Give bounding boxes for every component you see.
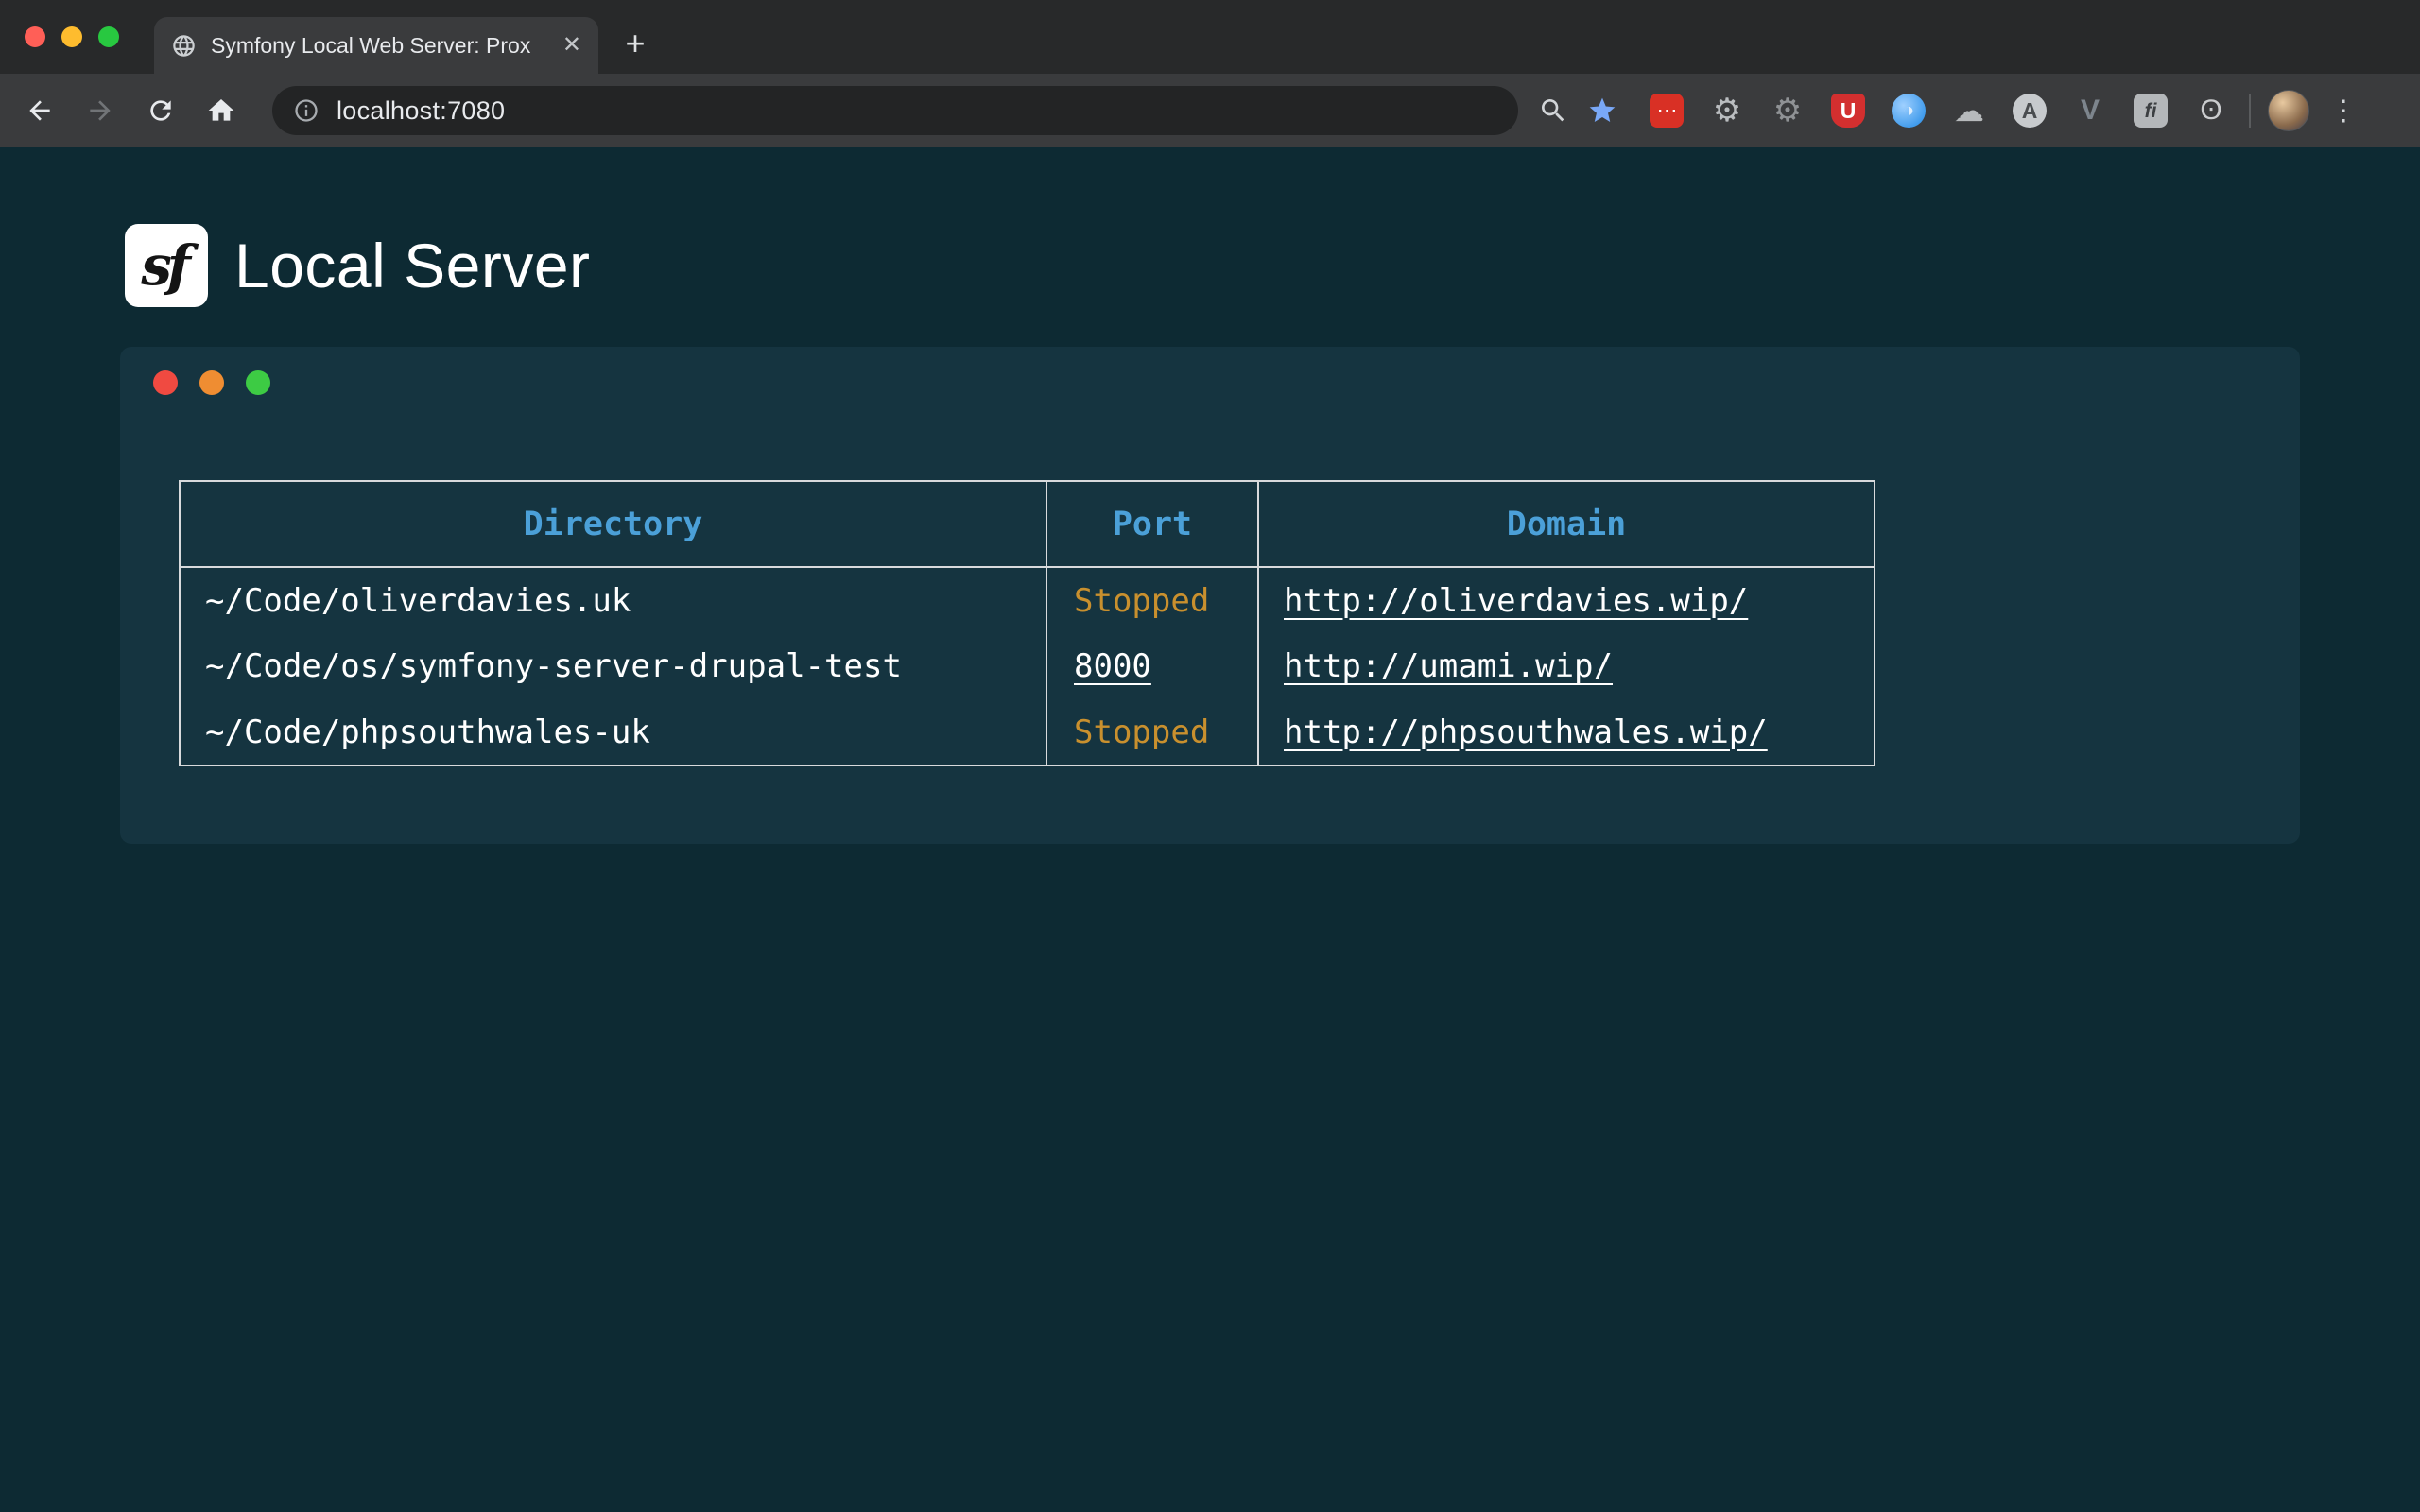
port-link[interactable]: 8000 xyxy=(1074,647,1151,685)
address-url[interactable]: localhost:7080 xyxy=(337,96,505,126)
forward-button xyxy=(74,84,127,137)
domain-cell: http://umami.wip/ xyxy=(1258,633,1875,699)
panel-red-dot xyxy=(153,370,178,395)
macos-fullscreen-button[interactable] xyxy=(98,26,119,47)
page-title: Local Server xyxy=(234,230,591,301)
column-header-directory: Directory xyxy=(180,481,1046,567)
macos-window-controls xyxy=(25,0,119,74)
servers-table: Directory Port Domain ~/Code/oliverdavie… xyxy=(179,480,1876,766)
column-header-port: Port xyxy=(1046,481,1258,567)
back-button[interactable] xyxy=(13,84,66,137)
panel-window-dots xyxy=(120,347,2300,395)
bookmark-star-icon[interactable] xyxy=(1578,86,1627,135)
globe-favicon-icon xyxy=(171,33,197,59)
profile-avatar[interactable] xyxy=(2268,90,2309,131)
table-row: ~/Code/os/symfony-server-drupal-test 800… xyxy=(180,633,1875,699)
forward-arrow-icon xyxy=(85,95,115,126)
browser-tab[interactable]: Symfony Local Web Server: Prox ✕ xyxy=(154,17,598,74)
brand-header: sf Local Server xyxy=(0,147,2420,307)
macos-minimize-button[interactable] xyxy=(61,26,82,47)
back-arrow-icon xyxy=(25,95,55,126)
port-status-stopped: Stopped xyxy=(1074,713,1209,751)
tab-close-icon[interactable]: ✕ xyxy=(562,34,581,57)
panel-green-dot xyxy=(246,370,270,395)
domain-link[interactable]: http://umami.wip/ xyxy=(1284,647,1613,685)
directory-cell: ~/Code/phpsouthwales-uk xyxy=(180,699,1046,765)
page-content: sf Local Server Directory Port Domain xyxy=(0,147,2420,1512)
column-header-domain: Domain xyxy=(1258,481,1875,567)
extension-dark-gear-icon[interactable]: ⚙ xyxy=(1771,94,1805,128)
directory-cell: ~/Code/os/symfony-server-drupal-test xyxy=(180,633,1046,699)
table-row: ~/Code/oliverdavies.uk Stopped http://ol… xyxy=(180,567,1875,633)
extension-red-grid-icon[interactable]: ⋯ xyxy=(1650,94,1684,128)
extension-cloud-icon[interactable]: ☁ xyxy=(1952,94,1986,128)
domain-cell: http://oliverdavies.wip/ xyxy=(1258,567,1875,633)
extension-icons: ⋯ ⚙ ⚙ U ◑ ☁ A V fi ʘ xyxy=(1650,94,2228,128)
port-cell: Stopped xyxy=(1046,567,1258,633)
server-panel: Directory Port Domain ~/Code/oliverdavie… xyxy=(120,347,2300,844)
site-info-icon[interactable] xyxy=(293,97,320,124)
table-header-row: Directory Port Domain xyxy=(180,481,1875,567)
toolbar-right: ⋯ ⚙ ⚙ U ◑ ☁ A V fi ʘ ⋮ xyxy=(1529,86,2362,135)
browser-toolbar: localhost:7080 ⋯ ⚙ ⚙ U ◑ ☁ A V fi ʘ xyxy=(0,74,2420,147)
zoom-icon[interactable] xyxy=(1529,86,1578,135)
reload-icon xyxy=(146,95,176,126)
browser-window: Symfony Local Web Server: Prox ✕ + local… xyxy=(0,0,2420,147)
port-cell: Stopped xyxy=(1046,699,1258,765)
symfony-logo: sf xyxy=(125,224,208,307)
domain-link[interactable]: http://phpsouthwales.wip/ xyxy=(1284,713,1768,751)
panel-orange-dot xyxy=(199,370,224,395)
extension-blue-circle-icon[interactable]: ◑ xyxy=(1892,94,1926,128)
extension-gear-icon[interactable]: ⚙ xyxy=(1710,94,1744,128)
extension-octocat-icon[interactable]: ʘ xyxy=(2194,94,2228,128)
domain-cell: http://phpsouthwales.wip/ xyxy=(1258,699,1875,765)
home-icon xyxy=(206,95,236,126)
tab-strip: Symfony Local Web Server: Prox ✕ + xyxy=(0,0,2420,74)
table-row: ~/Code/phpsouthwales-uk Stopped http://p… xyxy=(180,699,1875,765)
symfony-logo-glyph: sf xyxy=(141,233,192,298)
toolbar-divider xyxy=(2249,94,2251,128)
extension-letter-a-icon[interactable]: A xyxy=(2013,94,2047,128)
port-cell: 8000 xyxy=(1046,633,1258,699)
directory-cell: ~/Code/oliverdavies.uk xyxy=(180,567,1046,633)
macos-close-button[interactable] xyxy=(25,26,45,47)
new-tab-button[interactable]: + xyxy=(614,22,657,65)
port-status-stopped: Stopped xyxy=(1074,582,1209,620)
browser-menu-icon[interactable]: ⋮ xyxy=(2325,86,2362,135)
domain-link[interactable]: http://oliverdavies.wip/ xyxy=(1284,582,1748,620)
home-button[interactable] xyxy=(195,84,248,137)
reload-button[interactable] xyxy=(134,84,187,137)
extension-letter-v-icon[interactable]: V xyxy=(2073,94,2107,128)
tab-title: Symfony Local Web Server: Prox xyxy=(211,33,553,59)
extension-fi-icon[interactable]: fi xyxy=(2134,94,2168,128)
extension-ublock-icon[interactable]: U xyxy=(1831,94,1865,128)
address-bar[interactable]: localhost:7080 xyxy=(272,86,1518,135)
